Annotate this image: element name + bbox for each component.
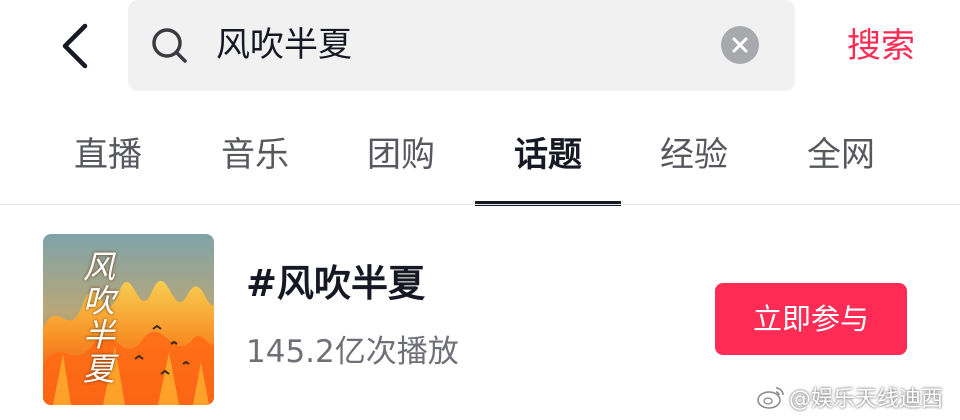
tab-web[interactable]: 全网 [768, 128, 914, 194]
tab-topics[interactable]: 话题 [475, 128, 621, 206]
topic-cover-image: 风吹半夏 [43, 234, 214, 405]
search-input[interactable]: 风吹半夏 [216, 20, 352, 70]
clear-search-button[interactable] [721, 26, 759, 64]
tab-live[interactable]: 直播 [35, 128, 181, 194]
tab-experience[interactable]: 经验 [621, 128, 767, 194]
cover-title-text: 风吹半夏 [83, 248, 116, 388]
search-bar[interactable]: 风吹半夏 [128, 0, 795, 91]
join-topic-button[interactable]: 立即参与 [715, 283, 907, 355]
tab-group-buy[interactable]: 团购 [328, 128, 474, 194]
watermark: @娱乐天线迪西 [757, 380, 943, 414]
tab-music[interactable]: 音乐 [182, 128, 328, 194]
weibo-icon [757, 387, 784, 409]
topic-play-count: 145.2亿次播放 [246, 334, 459, 370]
clear-circle-icon [732, 37, 748, 53]
back-button[interactable] [44, 14, 104, 78]
search-icon [152, 28, 187, 63]
topic-title: #风吹半夏 [246, 262, 426, 305]
watermark-text: @娱乐天线迪西 [789, 387, 944, 412]
chevron-left-icon [62, 23, 88, 69]
search-button[interactable]: 搜索 [826, 20, 936, 72]
tab-bar: 直播 音乐 团购 话题 经验 全网 [0, 118, 960, 206]
